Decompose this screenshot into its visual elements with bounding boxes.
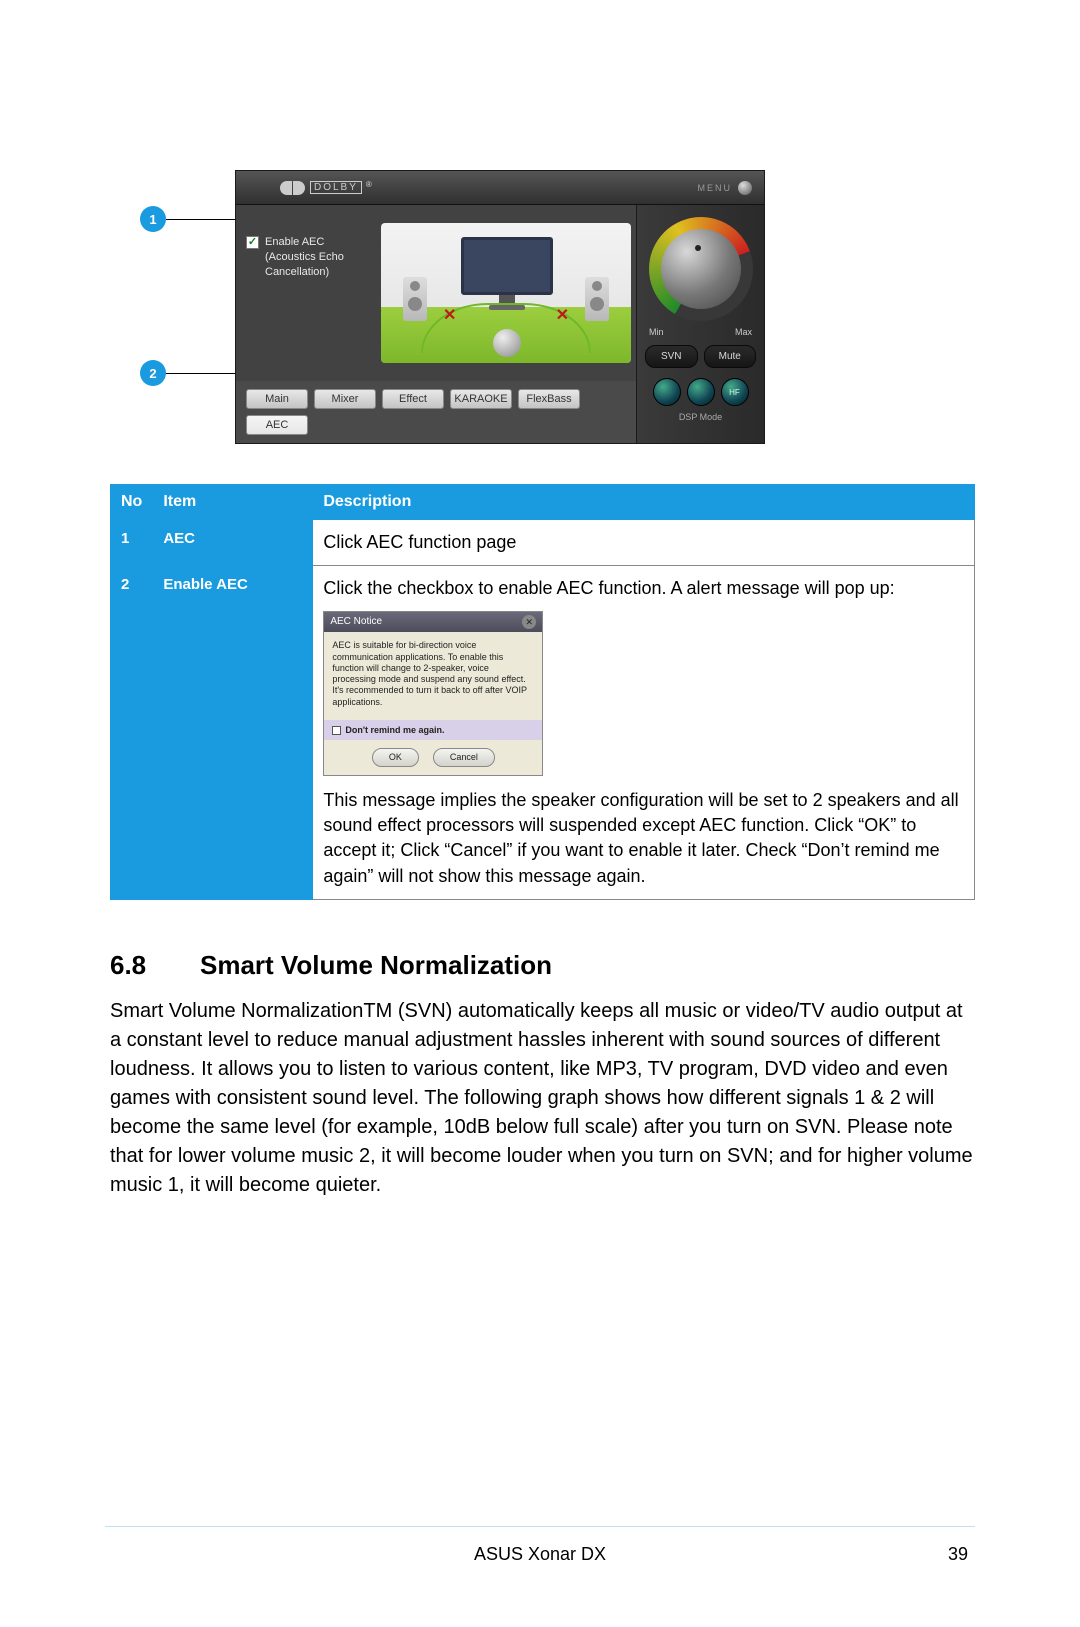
enable-aec-checkbox-row[interactable]: ✓ Enable AEC (Acoustics Echo Cancellatio… — [246, 235, 368, 280]
tab-mixer[interactable]: Mixer — [314, 389, 376, 409]
ok-button[interactable]: OK — [372, 748, 419, 767]
figure-aec-screenshot: 1 2 DOLBY ® MENU ✓ Enable AEC (Acoustics… — [140, 170, 975, 444]
aec-illustration: ✕✕ — [381, 223, 631, 363]
dont-remind-row[interactable]: Don't remind me again. — [324, 720, 542, 741]
mic-icon — [493, 329, 521, 357]
dont-remind-label: Don't remind me again. — [345, 724, 444, 737]
dsp-led-3[interactable]: HF — [721, 378, 749, 406]
dialog-title: AEC Notice — [330, 615, 382, 629]
row1-desc: Click AEC function page — [313, 520, 975, 566]
enable-aec-label: Enable AEC (Acoustics Echo Cancellation) — [265, 235, 368, 280]
cancel-button[interactable]: Cancel — [433, 748, 495, 767]
tab-main[interactable]: Main — [246, 389, 308, 409]
row2-desc-explain: This message implies the speaker configu… — [323, 788, 964, 889]
tab-effect[interactable]: Effect — [382, 389, 444, 409]
callout-1: 1 — [140, 206, 166, 232]
section-heading: 6.8Smart Volume Normalization — [110, 950, 975, 981]
mute-button[interactable]: Mute — [704, 345, 757, 368]
footer-rule — [105, 1526, 975, 1527]
tab-aec[interactable]: AEC — [246, 415, 308, 435]
menu-label: MENU — [698, 183, 733, 193]
row1-item: AEC — [153, 520, 313, 566]
th-desc: Description — [313, 485, 975, 520]
dialog-body-text: AEC is suitable for bi-direction voice c… — [324, 632, 542, 714]
th-item: Item — [153, 485, 313, 520]
tab-flexbass[interactable]: FlexBass — [518, 389, 580, 409]
vol-max-label: Max — [735, 327, 752, 337]
section-title: Smart Volume Normalization — [200, 950, 552, 980]
dont-remind-checkbox[interactable] — [332, 726, 341, 735]
speaker-left-icon — [403, 277, 427, 321]
table-row: 2 Enable AEC Click the checkbox to enabl… — [111, 566, 975, 900]
row2-desc-intro: Click the checkbox to enable AEC functio… — [323, 576, 964, 601]
section-body: Smart Volume NormalizationTM (SVN) autom… — [110, 997, 975, 1200]
description-table: No Item Description 1 AEC Click AEC func… — [110, 484, 975, 900]
callout-2: 2 — [140, 360, 166, 386]
page-number: 39 — [948, 1544, 968, 1565]
table-row: 1 AEC Click AEC function page — [111, 520, 975, 566]
dsp-mode-label: DSP Mode — [645, 412, 756, 422]
th-no: No — [111, 485, 153, 520]
vol-min-label: Min — [649, 327, 664, 337]
app-topbar: DOLBY ® MENU — [236, 171, 764, 205]
row1-no: 1 — [111, 520, 153, 566]
dolby-logo: DOLBY ® — [280, 181, 373, 195]
enable-aec-checkbox[interactable]: ✓ — [246, 236, 259, 249]
row2-desc: Click the checkbox to enable AEC functio… — [313, 566, 975, 900]
footer-product: ASUS Xonar DX — [0, 1544, 1080, 1565]
close-icon[interactable]: ✕ — [522, 615, 536, 629]
aec-notice-dialog: AEC Notice ✕ AEC is suitable for bi-dire… — [323, 611, 543, 776]
section-number: 6.8 — [110, 950, 200, 981]
svn-button[interactable]: SVN — [645, 345, 698, 368]
dsp-led-1[interactable] — [653, 378, 681, 406]
tabs: Main Mixer Effect KARAOKE FlexBass AEC — [236, 381, 636, 443]
row2-item: Enable AEC — [153, 566, 313, 900]
row2-no: 2 — [111, 566, 153, 900]
speaker-right-icon — [585, 277, 609, 321]
dsp-led-2[interactable] — [687, 378, 715, 406]
volume-knob[interactable] — [649, 217, 753, 321]
volume-panel: Min Max SVN Mute HF DSP Mode — [636, 205, 764, 443]
tab-karaoke[interactable]: KARAOKE — [450, 389, 512, 409]
menu-button[interactable] — [738, 181, 752, 195]
xonar-app-panel: DOLBY ® MENU ✓ Enable AEC (Acoustics Ech… — [235, 170, 765, 444]
